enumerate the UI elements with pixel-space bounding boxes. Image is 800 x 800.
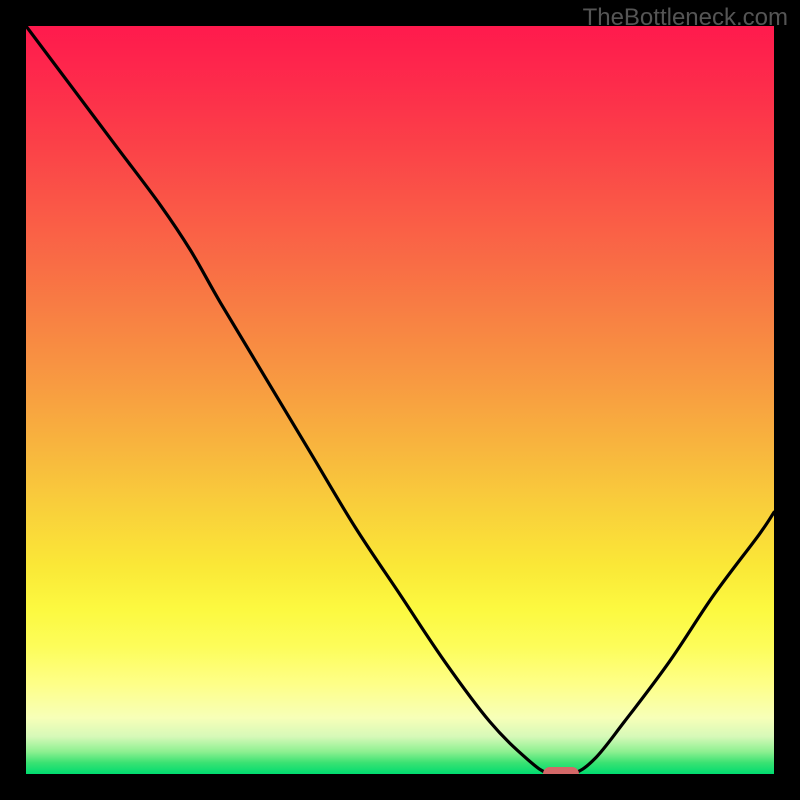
- plot-area: [26, 26, 774, 774]
- optimal-marker-icon: [543, 767, 579, 774]
- bottleneck-curve: [26, 26, 774, 774]
- watermark-text: TheBottleneck.com: [583, 4, 788, 32]
